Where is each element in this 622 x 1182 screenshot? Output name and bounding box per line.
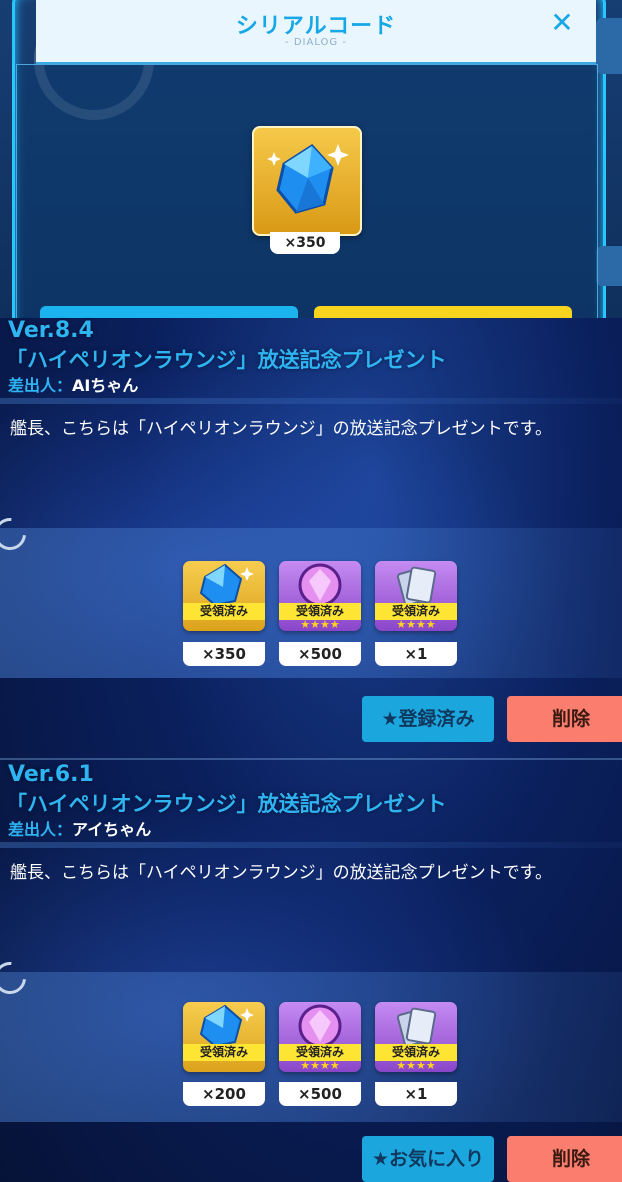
prize-quantity: ×350 <box>270 232 340 254</box>
reward-item[interactable]: 受領済み ★★★★ <box>375 1002 457 1072</box>
reward-item[interactable]: 受領済み ★★★★ <box>375 561 457 631</box>
card-divider <box>0 758 622 760</box>
reward-quantity: ×500 <box>279 642 361 666</box>
mail-sender: 差出人：AIちゃん <box>8 372 138 396</box>
blue-crystal-icon <box>267 144 349 214</box>
mail-message: 艦長、こちらは「ハイペリオンラウンジ」の放送記念プレゼントです。 <box>10 863 552 883</box>
dialog-subtitle: - DIALOG - <box>285 37 347 48</box>
blue-crystal-icon <box>199 563 254 607</box>
silver-card-icon <box>396 566 437 606</box>
delete-button[interactable]: 削除 <box>507 696 622 742</box>
reward-quantity: ×350 <box>183 642 265 666</box>
side-tab <box>596 18 622 74</box>
mail-card: Ver.8.4 「ハイペリオンラウンジ」放送記念プレゼント 差出人：AIちゃん … <box>0 318 622 758</box>
dialog-secondary-button[interactable] <box>314 306 572 318</box>
favorite-button[interactable]: ★お気に入り <box>362 1136 494 1182</box>
delete-button[interactable]: 削除 <box>507 1136 622 1182</box>
blue-crystal-icon <box>199 1004 254 1048</box>
rarity-stars: ★★★★ <box>396 618 436 631</box>
side-tab <box>596 246 622 286</box>
sender-label: 差出人： <box>8 376 73 395</box>
rarity-stars: ★★★★ <box>300 1059 340 1072</box>
rarity-stars: ★★★★ <box>300 618 340 631</box>
reward-quantity: ×1 <box>375 1082 457 1106</box>
reward-item[interactable]: 受領済み ★★★★ <box>279 1002 361 1072</box>
mail-title: 「ハイペリオンラウンジ」放送記念プレゼント <box>6 792 447 816</box>
dialog-title: シリアルコード <box>235 14 397 39</box>
reward-quantity: ×500 <box>279 1082 361 1106</box>
reward-item[interactable]: 受領済み ★★★★ <box>279 561 361 631</box>
mail-sender: 差出人：アイちゃん <box>8 816 151 840</box>
purple-orb-icon <box>298 1004 342 1048</box>
silver-card-icon <box>396 1007 437 1047</box>
reward-item[interactable]: 受領済み <box>183 561 265 631</box>
sender-name: アイちゃん <box>72 820 152 839</box>
mail-message: 艦長、こちらは「ハイペリオンラウンジ」の放送記念プレゼントです。 <box>10 419 552 439</box>
mail-version: Ver.6.1 <box>8 762 94 787</box>
claimed-badge: 受領済み <box>183 1044 265 1061</box>
reward-quantity: ×1 <box>375 642 457 666</box>
dialog-header: シリアルコード - DIALOG - <box>36 0 596 64</box>
favorite-button[interactable]: ★登録済み <box>362 696 494 742</box>
mail-version: Ver.8.4 <box>8 318 94 343</box>
reward-quantity: ×200 <box>183 1082 265 1106</box>
mail-card: Ver.6.1 「ハイペリオンラウンジ」放送記念プレゼント 差出人：アイちゃん … <box>0 762 622 1182</box>
sender-label: 差出人： <box>8 820 73 839</box>
prize-item <box>252 126 362 236</box>
close-button[interactable]: ✕ <box>538 6 586 40</box>
rarity-stars: ★★★★ <box>396 1059 436 1072</box>
sender-name: AIちゃん <box>72 376 139 395</box>
reward-item[interactable]: 受領済み <box>183 1002 265 1072</box>
claimed-badge: 受領済み <box>183 603 265 620</box>
purple-orb-icon <box>298 563 342 607</box>
serial-code-dialog: ! シリアルコード - DIALOG - ✕ ×350 <box>0 0 622 318</box>
dialog-confirm-button[interactable] <box>40 306 298 318</box>
mail-title: 「ハイペリオンラウンジ」放送記念プレゼント <box>6 348 447 372</box>
